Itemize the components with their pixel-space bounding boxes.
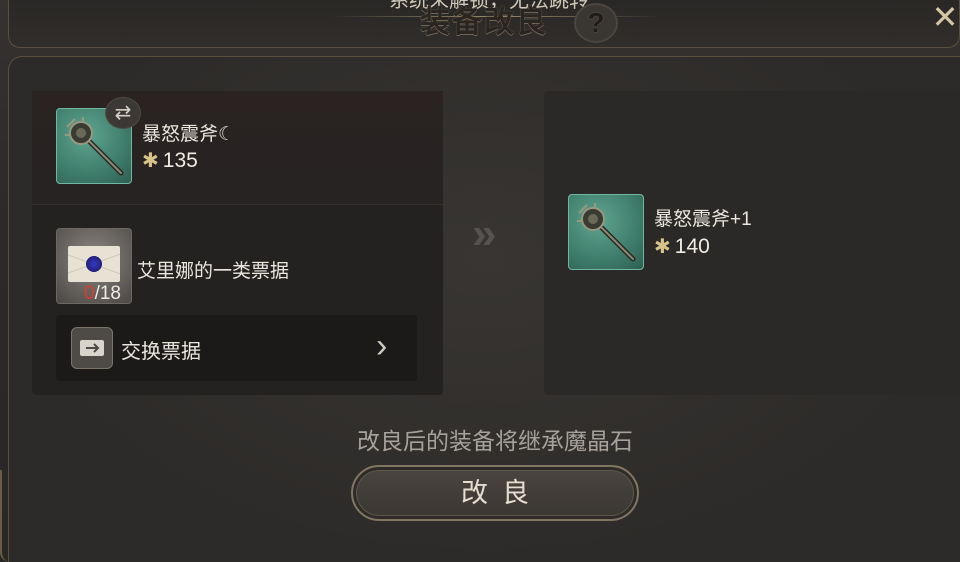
source-item-power: ✱ 135	[142, 148, 198, 173]
frame-corner-ornament	[0, 470, 16, 562]
material-required: /18	[94, 283, 121, 304]
source-item-name-text: 暴怒震斧	[142, 124, 219, 145]
help-button[interactable]: ?	[574, 3, 618, 43]
axe-icon	[577, 203, 636, 262]
material-name: 艾里娜的一类票据	[137, 261, 290, 282]
close-button[interactable]: ✕	[930, 0, 960, 34]
combat-power-icon: ✱	[654, 236, 671, 258]
material-count: 0/18	[84, 283, 121, 305]
exchange-tickets-button[interactable]: 交换票据 ›	[56, 315, 417, 381]
page-title: 装备改良	[420, 5, 548, 40]
envelope-icon	[68, 246, 120, 282]
crescent-icon: ☾	[218, 124, 236, 145]
exchange-icon	[71, 327, 113, 369]
source-item-name: 暴怒震斧☾	[142, 119, 235, 146]
refine-button[interactable]: 改良	[351, 465, 639, 521]
result-item-icon[interactable]	[568, 194, 644, 270]
exchange-label: 交换票据	[121, 341, 201, 363]
result-power-value: 140	[674, 235, 710, 258]
source-power-value: 135	[162, 149, 198, 172]
combat-power-icon: ✱	[142, 150, 159, 172]
transfer-arrows-icon: »	[472, 209, 497, 258]
swap-item-button[interactable]: ⇄	[105, 97, 141, 129]
result-item-power: ✱ 140	[654, 234, 710, 259]
material-owned: 0	[84, 283, 95, 304]
result-item-name: 暴怒震斧+1	[654, 209, 752, 230]
inherit-notice: 改良后的装备将继承魔晶石	[357, 428, 633, 454]
chevron-right-icon: ›	[376, 327, 388, 365]
